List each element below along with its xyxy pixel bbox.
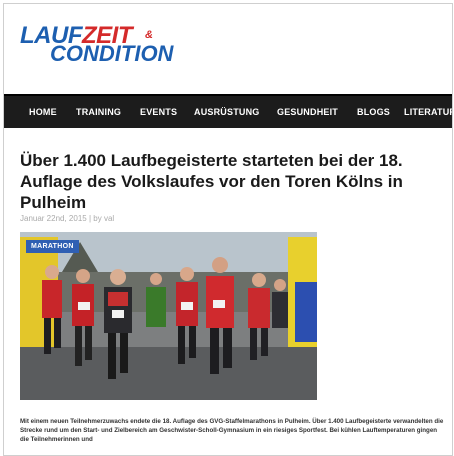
article-date: Januar 22nd, 2015: [20, 214, 87, 223]
meta-separator: | by: [88, 214, 102, 223]
nav-item-home[interactable]: HOME: [29, 96, 57, 128]
logo-ampersand: &: [145, 29, 153, 41]
nav-item-events[interactable]: EVENTS: [140, 96, 177, 128]
page-frame: LAUFZEIT & CONDITION HOME TRAINING EVENT…: [3, 3, 453, 456]
nav-item-blogs[interactable]: BLOGS: [357, 96, 390, 128]
article-title[interactable]: Über 1.400 Laufbegeisterte starteten bei…: [20, 150, 440, 213]
category-badge[interactable]: MARATHON: [26, 240, 79, 253]
main-navigation: HOME TRAINING EVENTS AUSRÜSTUNG GESUNDHE…: [4, 94, 452, 128]
race-photo-illustration: [20, 232, 317, 400]
nav-item-ausruestung[interactable]: AUSRÜSTUNG: [194, 96, 260, 128]
article-excerpt: Mit einem neuen Teilnehmerzuwachs endete…: [20, 418, 444, 443]
nav-item-literatur[interactable]: LITERATUR: [404, 96, 452, 128]
article-author-link[interactable]: val: [104, 214, 114, 223]
nav-item-gesundheit[interactable]: GESUNDHEIT: [277, 96, 338, 128]
article-meta: Januar 22nd, 2015 | by val: [20, 214, 114, 223]
article-featured-image[interactable]: MARATHON: [20, 232, 317, 400]
logo-line-2: CONDITION: [50, 41, 174, 66]
nav-item-training[interactable]: TRAINING: [76, 96, 121, 128]
site-logo[interactable]: LAUFZEIT & CONDITION: [20, 22, 190, 66]
